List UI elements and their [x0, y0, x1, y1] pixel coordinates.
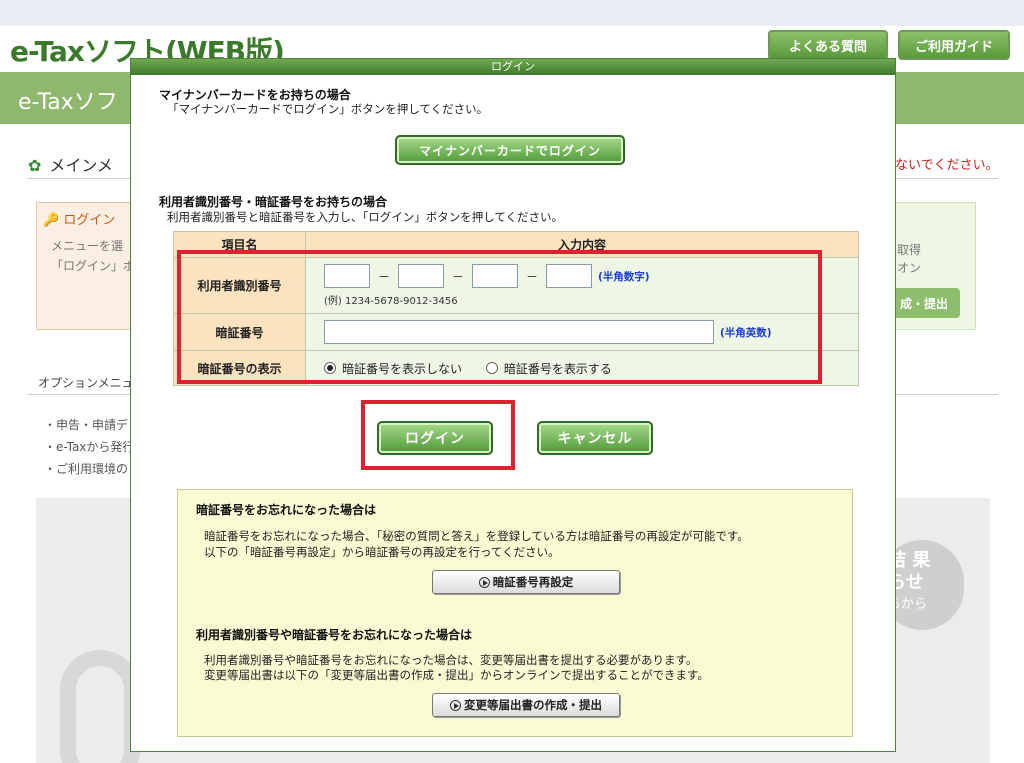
right-info-line: 取得	[897, 243, 922, 257]
forgot-password-text: 暗証番号をお忘れになった場合、「秘密の質問と答え」を登録している方は暗証番号の再…	[204, 529, 749, 543]
list-item[interactable]: ・ご利用環境の	[44, 458, 134, 480]
cancel-button[interactable]: キャンセル	[537, 421, 653, 455]
mynumber-login-button[interactable]: マイナンバーカードでログイン	[395, 135, 625, 165]
option-menu-title: オプションメニュ	[38, 376, 134, 390]
id-section-heading: 利用者識別番号・暗証番号をお持ちの場合	[159, 195, 388, 209]
help-box: 暗証番号をお忘れになった場合は 暗証番号をお忘れになった場合、「秘密の質問と答え…	[177, 489, 853, 737]
change-notification-button[interactable]: 変更等届出書の作成・提出	[432, 693, 620, 717]
reset-password-button[interactable]: 暗証番号再設定	[432, 570, 620, 594]
key-icon: 🔑	[43, 213, 64, 228]
dialog-title: ログイン	[131, 59, 895, 75]
decorative-circle	[60, 650, 140, 763]
browser-top-strip	[0, 0, 1024, 26]
forgot-password-heading: 暗証番号をお忘れになった場合は	[196, 503, 377, 517]
right-info-line: オン	[897, 261, 922, 275]
forgot-both-heading: 利用者識別番号や暗証番号をお忘れになった場合は	[196, 628, 473, 642]
login-info-box: 🔑 ログイン メニューを選 「ログイン」ボ	[36, 202, 136, 330]
login-info-line: メニューを選	[51, 239, 124, 253]
play-circle-icon	[478, 576, 490, 588]
mynumber-description: 「マイナンバーカードでログイン」ボタンを押してください。	[167, 102, 489, 116]
main-menu-title: ✿ メインメ	[28, 156, 113, 175]
login-button[interactable]: ログイン	[377, 421, 493, 455]
login-info-line: 「ログイン」ボ	[51, 259, 136, 273]
login-dialog: ログイン マイナンバーカードをお持ちの場合 「マイナンバーカードでログイン」ボタ…	[130, 58, 896, 752]
play-circle-icon	[450, 699, 461, 711]
list-item[interactable]: ・e-Taxから発行	[44, 436, 134, 458]
leaf-icon: ✿	[28, 156, 42, 175]
login-info-title: 🔑 ログイン	[43, 213, 116, 228]
band-title: e-Taxソフ	[18, 90, 118, 115]
option-list: ・申告・申請デ ・e-Taxから発行 ・ご利用環境の	[44, 414, 134, 480]
highlight-form-box	[177, 250, 822, 384]
list-item[interactable]: ・申告・申請デ	[44, 414, 134, 436]
create-submit-button-bg[interactable]: 成・提出	[888, 288, 960, 318]
faq-button[interactable]: よくある質問	[768, 30, 888, 60]
forgot-password-text: 以下の「暗証番号再設定」から暗証番号の再設定を行ってください。	[204, 545, 560, 559]
id-section-description: 利用者識別番号と暗証番号を入力し、「ログイン」ボタンを押してください。	[167, 210, 564, 224]
forgot-both-text: 利用者識別番号や暗証番号をお忘れになった場合は、変更等届出書を提出する必要があり…	[204, 653, 698, 667]
warning-text: ないでください。	[895, 158, 999, 173]
guide-button[interactable]: ご利用ガイド	[898, 30, 1010, 60]
forgot-both-text: 変更等届出書は以下の「変更等届出書の作成・提出」からオンラインで提出することがで…	[204, 668, 709, 682]
